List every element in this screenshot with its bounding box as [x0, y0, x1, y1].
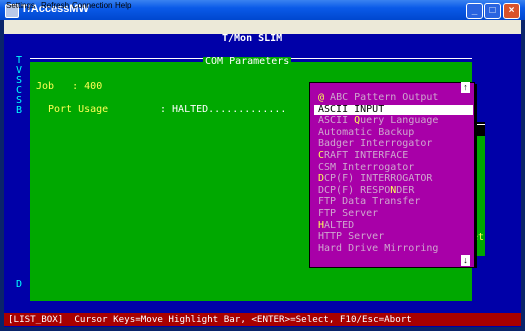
maximize-button[interactable]: □	[484, 3, 501, 19]
list-item[interactable]: Hard Drive Mirroring	[318, 242, 468, 255]
list-item-text: ABC Pattern Output	[324, 92, 439, 103]
menu-bar	[4, 20, 521, 34]
list-item-text: CP(F) INTERROGATOR	[324, 173, 433, 185]
menu-settings[interactable]: Settings	[6, 1, 35, 10]
list-item[interactable]: CSM Interrogator	[318, 161, 468, 174]
list-item-text: FTP Server	[318, 208, 379, 219]
panel-title: COM Parameters	[203, 56, 292, 68]
list-item-text: Badger Interrogator	[318, 138, 433, 150]
list-item[interactable]: ASCII Query Language	[318, 115, 468, 127]
side-letter-b: B	[16, 105, 23, 116]
scroll-up-button[interactable]: ↑	[461, 82, 470, 93]
list-item-text: uery Language	[360, 115, 439, 127]
list-item-text: Automatic Backup	[318, 126, 415, 138]
list-item-text: ASCII INPUT	[318, 103, 385, 115]
list-item[interactable]: FTP Server	[318, 208, 468, 220]
menu-refresh[interactable]: Refresh	[41, 1, 69, 10]
list-item-text: DCP(F) RESPO	[318, 184, 391, 196]
minimize-button[interactable]: _	[466, 3, 483, 19]
list-item[interactable]: CRAFT INTERFACE	[318, 150, 468, 162]
list-item-text: Hard Drive Mirroring	[318, 242, 439, 254]
side-letter-d: D	[16, 279, 23, 290]
job-value: : 400	[72, 81, 103, 92]
list-item-text: FTP Data Transfer	[318, 196, 421, 208]
port-usage-label: Port Usage	[48, 104, 109, 115]
close-button[interactable]: ×	[503, 3, 520, 19]
list-item[interactable]: Automatic Backup	[318, 126, 468, 139]
list-item-text: CSM Interrogator	[318, 161, 415, 173]
app-name: T/Mon SLIM	[222, 33, 283, 44]
job-label: Job	[36, 81, 55, 92]
menu-connection[interactable]: Connection	[72, 1, 112, 10]
list-item[interactable]: ASCII INPUT	[314, 103, 473, 116]
list-item[interactable]: @ ABC Pattern Output	[318, 92, 468, 104]
list-item[interactable]: Badger Interrogator	[318, 139, 468, 150]
job-field: Job : 400	[36, 81, 103, 93]
scroll-down-button[interactable]: ↓	[461, 255, 470, 266]
list-item[interactable]: FTP Data Transfer	[318, 197, 468, 208]
list-item[interactable]: DCP(F) INTERROGATOR	[318, 173, 468, 185]
list-item-text: ALTED	[324, 219, 355, 231]
port-usage-value[interactable]: : HALTED.............	[160, 104, 286, 116]
window-bottom-border	[0, 327, 525, 331]
list-item-text: HTTP Server	[318, 231, 385, 243]
list-item[interactable]: DCP(F) RESPONDER	[318, 184, 468, 197]
list-item-text: ASCII	[318, 115, 355, 127]
list-item-text: DER	[396, 184, 415, 196]
list-item[interactable]: HALTED	[318, 219, 468, 232]
menu-help[interactable]: Help	[115, 1, 131, 10]
status-bar-text: [LIST_BOX] Cursor Keys=Move Highlight Ba…	[8, 314, 412, 325]
list-item-text: RAFT INTERFACE	[324, 150, 409, 161]
list-item[interactable]: HTTP Server	[318, 231, 468, 243]
